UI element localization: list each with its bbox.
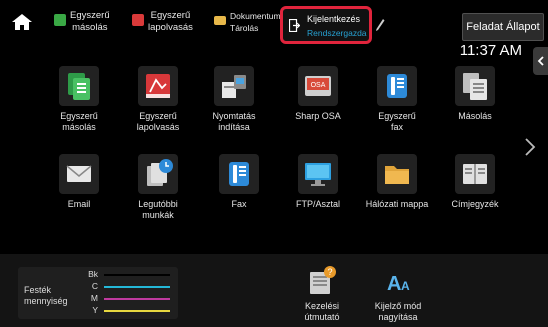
app-label: Hálózati mappa <box>365 199 429 209</box>
next-page-arrow-icon[interactable] <box>524 137 536 157</box>
toner-bar-bk <box>104 274 170 276</box>
app-label: Egyszerű lapolvasás <box>136 111 180 132</box>
top-bar: Egyszerű másolás Egyszerű lapolvasás Dok… <box>0 0 548 44</box>
logout-button[interactable]: Kijelentkezés Rendszergazda <box>280 6 372 44</box>
recent-jobs-icon <box>138 154 178 194</box>
manual-icon: ? <box>310 266 336 294</box>
home-button[interactable] <box>10 12 40 34</box>
app-recent-jobs[interactable]: Legutóbbi munkák <box>119 154 197 221</box>
toner-level-panel[interactable]: Festék mennyiség Bk C M Y <box>18 267 178 319</box>
clock: 11:37 AM <box>459 42 522 59</box>
text-enlarge-icon: A A <box>387 273 410 295</box>
svg-text:OSA: OSA <box>311 82 326 89</box>
network-folder-icon <box>377 154 417 194</box>
chevron-left-icon <box>537 56 544 66</box>
app-label: Fax <box>231 199 247 209</box>
folder-icon <box>214 16 226 25</box>
shortcut-label: Dokumentum Tárolás <box>230 11 281 33</box>
svg-text:A: A <box>401 279 410 293</box>
app-label: FTP/Asztal <box>295 199 340 209</box>
app-easy-copy[interactable]: Egyszerű másolás <box>40 66 118 133</box>
app-label: Sharp OSA <box>295 111 341 121</box>
app-easy-fax[interactable]: Egyszerű fax <box>358 66 436 133</box>
fax-icon <box>219 154 259 194</box>
app-label: Másolás <box>458 111 492 121</box>
address-book-icon <box>455 154 495 194</box>
app-ftp-desktop[interactable]: FTP/Asztal <box>279 154 357 210</box>
app-fax[interactable]: Fax <box>200 154 278 210</box>
copy-icon <box>455 66 495 106</box>
print-release-icon <box>214 66 254 106</box>
pencil-icon[interactable] <box>375 18 385 32</box>
scan-icon <box>138 66 178 106</box>
bottom-app-label: Kezelési útmutató <box>304 301 340 322</box>
toner-key: Bk <box>88 269 98 279</box>
toner-key: Y <box>92 305 98 315</box>
user-role-label: Rendszergazda <box>307 28 367 38</box>
copy-icon <box>59 66 99 106</box>
shortcut-document-filing[interactable]: Dokumentum Tárolás <box>214 10 281 38</box>
fax-icon <box>377 66 417 106</box>
logout-icon <box>289 19 300 32</box>
email-icon <box>59 154 99 194</box>
app-label: Címjegyzék <box>451 199 499 209</box>
svg-text:A: A <box>387 273 401 295</box>
ftp-desktop-icon <box>298 154 338 194</box>
toner-bar-c <box>104 286 170 288</box>
app-label: Nyomtatás indítása <box>212 111 256 132</box>
toner-bar-y <box>104 310 170 312</box>
bottom-app-label: Kijelző mód nagyítása <box>374 301 422 322</box>
app-label: Legutóbbi munkák <box>138 199 178 220</box>
bottom-bar: Festék mennyiség Bk C M Y ? Kezelési útm… <box>0 254 548 327</box>
app-label: Email <box>67 199 91 209</box>
app-sharp-osa[interactable]: OSA Sharp OSA <box>279 66 357 122</box>
copy-icon <box>54 14 66 26</box>
app-easy-scan[interactable]: Egyszerű lapolvasás <box>119 66 197 133</box>
app-address-book[interactable]: Címjegyzék <box>436 154 514 210</box>
toner-key: C <box>91 281 98 291</box>
operation-guide-button[interactable]: ? Kezelési útmutató <box>282 264 362 323</box>
app-copy[interactable]: Másolás <box>436 66 514 122</box>
app-label: Egyszerű másolás <box>60 111 98 132</box>
display-magnification-button[interactable]: A A Kijelző mód nagyítása <box>358 264 438 323</box>
svg-text:?: ? <box>327 267 332 277</box>
shortcut-label: Egyszerű másolás <box>70 10 110 33</box>
app-print-release[interactable]: Nyomtatás indítása <box>195 66 273 133</box>
toner-label: Festék mennyiség <box>24 285 68 306</box>
app-network-folder[interactable]: Hálózati mappa <box>358 154 436 210</box>
shortcut-easy-scan[interactable]: Egyszerű lapolvasás <box>132 10 193 38</box>
toner-bar-m <box>104 298 170 300</box>
app-email[interactable]: Email <box>40 154 118 210</box>
toner-key: M <box>90 293 98 303</box>
shortcut-easy-copy[interactable]: Egyszerű másolás <box>54 10 110 38</box>
sharp-osa-icon: OSA <box>298 66 338 106</box>
app-label: Egyszerű fax <box>378 111 416 132</box>
home-icon <box>12 14 32 30</box>
logout-label: Kijelentkezés <box>307 14 361 24</box>
side-panel-tab[interactable] <box>533 47 548 75</box>
scan-icon <box>132 14 144 26</box>
job-status-button[interactable]: Feladat Állapot <box>462 13 544 41</box>
shortcut-label: Egyszerű lapolvasás <box>148 10 193 33</box>
